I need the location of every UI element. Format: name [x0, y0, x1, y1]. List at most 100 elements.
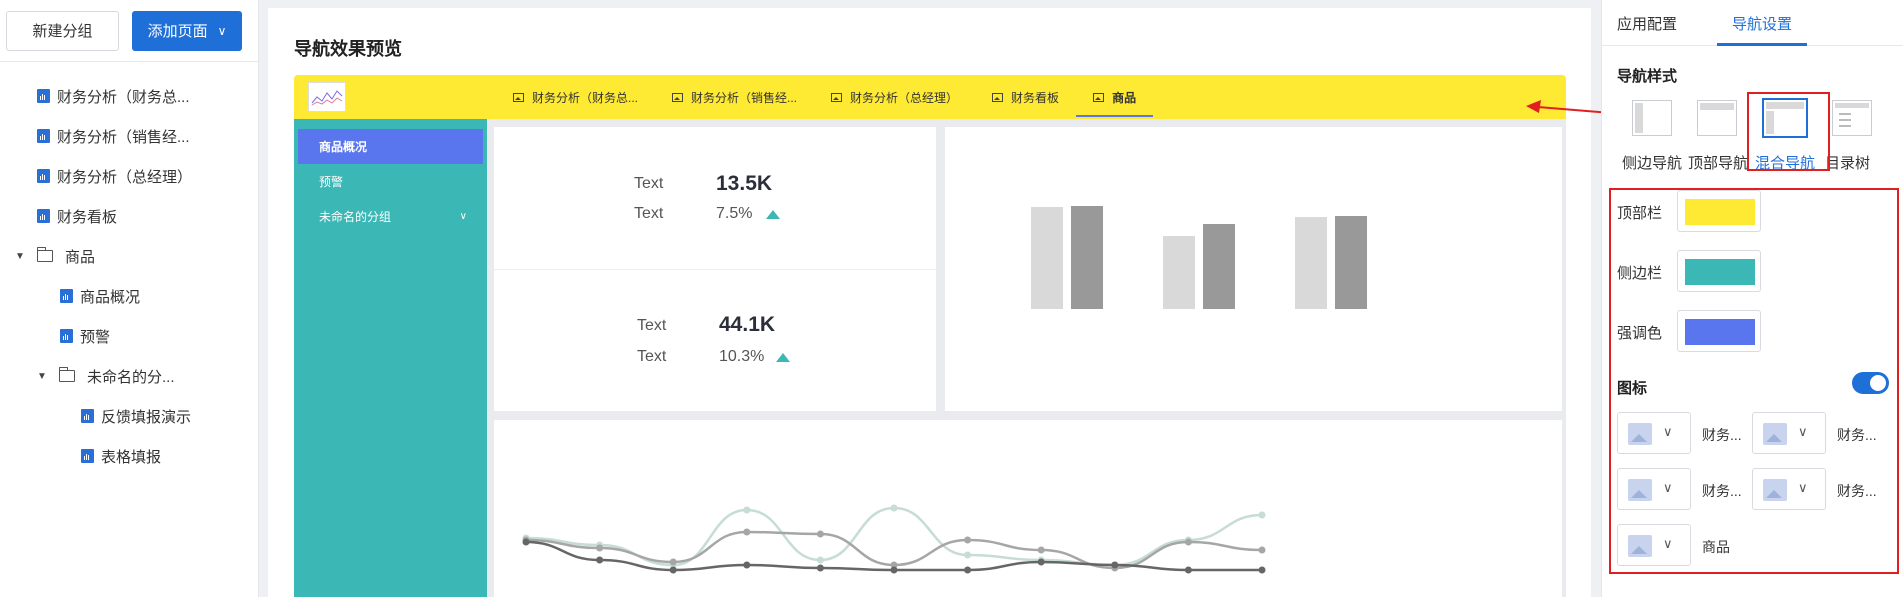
icon-selector[interactable]: ∨	[1617, 524, 1691, 566]
bar-chart	[1031, 206, 1367, 309]
line-point	[890, 566, 898, 574]
style-label: 目录树	[1825, 155, 1871, 172]
preview-tab-label: 财务分析（销售经...	[691, 90, 798, 105]
preview-topbar: 财务分析（财务总... 财务分析（销售经... 财务分析（总经理） 财务看板 商…	[294, 75, 1566, 119]
icon-toggle[interactable]	[1852, 372, 1889, 394]
preview-panel: 导航效果预览 财务分析（财务总... 财务分析（销售经... 财务分析（总经理）…	[268, 8, 1591, 597]
preview-tab[interactable]: 财务分析（总经理）	[814, 75, 975, 119]
icon-selector[interactable]: ∨	[1752, 468, 1826, 510]
bar	[1203, 224, 1235, 309]
line-point	[816, 556, 824, 564]
style-option-top[interactable]	[1692, 100, 1742, 136]
preview-sidebar-group[interactable]: 未命名的分组 ∨	[294, 199, 487, 234]
preview-tab[interactable]: 财务分析（财务总...	[496, 75, 655, 119]
tree-toolbar: 新建分组 添加页面 ∨	[0, 0, 258, 62]
kpi-change: 10.3%	[719, 348, 765, 365]
tree-item-report[interactable]: 表格填报	[81, 436, 161, 476]
bar	[1071, 206, 1103, 309]
accent-color-picker[interactable]	[1677, 310, 1761, 352]
color-swatch	[1685, 319, 1755, 345]
icon-item-label: 商品	[1702, 539, 1730, 555]
line-point	[1111, 561, 1119, 569]
preview-sidebar-item[interactable]: 预警	[294, 164, 487, 199]
tree-item-report[interactable]: 财务分析（财务总...	[37, 76, 190, 116]
tree-item-label: 未命名的分...	[87, 368, 175, 386]
tree-item-report[interactable]: 财务分析（销售经...	[37, 116, 190, 156]
tree-item-label: 财务看板	[57, 208, 118, 226]
report-icon	[37, 209, 50, 223]
style-option-side[interactable]	[1627, 100, 1677, 136]
sidebar-item-label: 商品概况	[319, 140, 368, 154]
sidebar-color-picker[interactable]	[1677, 250, 1761, 292]
tree-item-label: 预警	[80, 328, 111, 346]
tab-nav-settings[interactable]: 导航设置	[1732, 13, 1792, 34]
tree-folder-unnamed[interactable]: ▼ 未命名的分...	[37, 356, 175, 396]
line-point	[669, 566, 677, 574]
tab-app-config[interactable]: 应用配置	[1617, 13, 1677, 34]
line-point	[743, 506, 751, 514]
add-page-button[interactable]: 添加页面 ∨	[132, 10, 242, 51]
tree-folder-goods[interactable]: ▼ 商品	[15, 236, 95, 276]
chevron-down-icon: ∨	[1663, 480, 1673, 495]
report-icon	[60, 329, 73, 343]
color-label: 强调色	[1617, 325, 1663, 342]
icon-selector[interactable]: ∨	[1617, 468, 1691, 510]
nav-style-title: 导航样式	[1617, 68, 1678, 85]
chevron-down-icon: ∨	[459, 211, 467, 222]
tree-item-report[interactable]: 反馈填报演示	[81, 396, 191, 436]
side-nav-thumb-icon	[1632, 100, 1672, 136]
tree-item-label: 反馈填报演示	[101, 408, 192, 426]
kpi-value: 13.5K	[716, 172, 773, 195]
tree-item-report[interactable]: 预警	[60, 316, 110, 356]
icon-selector[interactable]: ∨	[1617, 412, 1691, 454]
highlight-box	[1747, 92, 1830, 171]
kpi-value: 44.1K	[719, 313, 776, 336]
icon-item-label: 财务...	[1837, 427, 1877, 443]
line-point	[743, 528, 751, 536]
report-icon	[60, 289, 73, 303]
tree-item-report[interactable]: 财务看板	[37, 196, 117, 236]
settings-tabs: 应用配置 导航设置	[1602, 0, 1903, 46]
settings-panel: 应用配置 导航设置 导航样式 侧边导航 顶部导航 混合导航 目录树 顶部栏 侧边…	[1601, 0, 1903, 597]
line-chart	[522, 504, 1266, 574]
preview-title: 导航效果预览	[294, 39, 402, 59]
tree-item-label: 商品	[65, 248, 96, 266]
topbar-color-picker[interactable]	[1677, 190, 1761, 232]
active-tab-indicator	[1717, 43, 1807, 46]
line-point	[1184, 566, 1192, 574]
kpi-label: Text	[637, 317, 667, 334]
image-icon	[672, 92, 684, 102]
new-group-button[interactable]: 新建分组	[6, 10, 119, 51]
caret-down-icon[interactable]: ▼	[15, 251, 25, 262]
bar	[1295, 217, 1327, 309]
preview-tab[interactable]: 财务分析（销售经...	[655, 75, 814, 119]
style-option-tree[interactable]	[1827, 100, 1877, 136]
line-point	[964, 536, 972, 544]
folder-icon	[58, 367, 75, 382]
report-icon	[81, 449, 94, 463]
bar	[1163, 236, 1195, 309]
preview-tab[interactable]: 财务看板	[975, 75, 1076, 119]
report-icon	[81, 409, 94, 423]
tree-item-report[interactable]: 商品概况	[60, 276, 140, 316]
tree-item-label: 财务分析（总经理）	[57, 168, 193, 186]
folder-icon	[36, 247, 53, 262]
preview-tab-label: 商品	[1112, 90, 1137, 105]
line-point	[596, 544, 604, 552]
tree-nav-thumb-icon	[1832, 100, 1872, 136]
line-point	[522, 538, 530, 546]
line-chart-card	[494, 420, 1562, 597]
line-point	[669, 558, 677, 566]
chevron-down-icon: ∨	[1663, 424, 1673, 439]
preview-tab-active[interactable]: 商品	[1076, 75, 1154, 119]
caret-down-icon[interactable]: ▼	[37, 371, 47, 382]
preview-sidebar-item-active[interactable]: 商品概况	[298, 129, 483, 164]
kpi-block: Text 13.5K Text 7.5%	[494, 127, 936, 269]
bar	[1335, 216, 1367, 309]
color-label: 侧边栏	[1617, 265, 1663, 282]
icon-item-label: 财务...	[1837, 483, 1877, 499]
icon-selector[interactable]: ∨	[1752, 412, 1826, 454]
tree-item-report[interactable]: 财务分析（总经理）	[37, 156, 192, 196]
line-point	[890, 504, 898, 512]
report-icon	[37, 169, 50, 183]
